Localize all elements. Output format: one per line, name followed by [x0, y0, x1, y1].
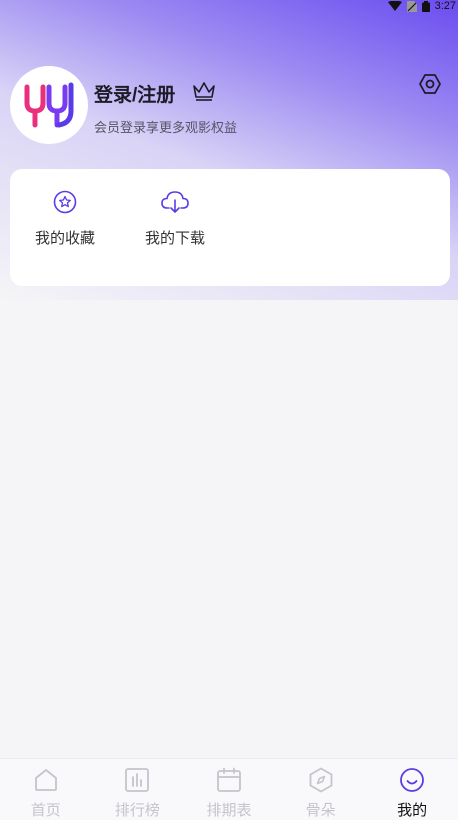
tab-guduo[interactable]: 骨朵 [275, 759, 367, 820]
tab-ranking-label: 排行榜 [114, 802, 160, 819]
tab-mine[interactable]: 我的 [366, 759, 458, 820]
status-time: 3:27 [434, 0, 456, 12]
tab-home[interactable]: 首页 [0, 759, 92, 820]
my-downloads-button[interactable]: 我的下载 [130, 187, 220, 251]
avatar[interactable] [10, 66, 88, 144]
my-favorites-button[interactable]: 我的收藏 [20, 187, 110, 251]
crown-icon[interactable] [192, 80, 216, 106]
battery-icon [421, 0, 430, 12]
login-register-link[interactable]: 登录/注册 [94, 80, 175, 107]
tab-home-label: 首页 [30, 802, 61, 819]
star-circle-icon [53, 187, 77, 217]
member-benefit-text: 会员登录享更多观影权益 [94, 120, 238, 135]
calendar-icon [216, 767, 242, 793]
chart-icon [124, 767, 150, 793]
settings-gear-icon[interactable] [418, 72, 442, 96]
wifi-icon [387, 0, 402, 12]
smile-icon [399, 767, 425, 793]
tab-guduo-label: 骨朵 [305, 802, 336, 819]
compass-icon [308, 767, 334, 793]
sim-icon [406, 0, 417, 12]
tab-ranking[interactable]: 排行榜 [92, 759, 184, 820]
home-icon [33, 767, 59, 793]
tab-schedule[interactable]: 排期表 [183, 759, 275, 820]
my-downloads-label: 我的下载 [144, 230, 205, 247]
my-favorites-label: 我的收藏 [34, 230, 95, 247]
quick-actions-card: 我的收藏 我的下载 [10, 169, 450, 286]
app-logo-icon [24, 82, 74, 128]
status-bar: 3:27 [0, 0, 458, 12]
tab-mine-label: 我的 [397, 802, 428, 819]
profile-section: 登录/注册 会员登录享更多观影权益 [10, 66, 448, 144]
tab-schedule-label: 排期表 [206, 802, 252, 819]
bottom-tab-bar: 首页 排行榜 排期表 骨朵 我的 [0, 758, 458, 820]
cloud-download-icon [161, 187, 189, 217]
